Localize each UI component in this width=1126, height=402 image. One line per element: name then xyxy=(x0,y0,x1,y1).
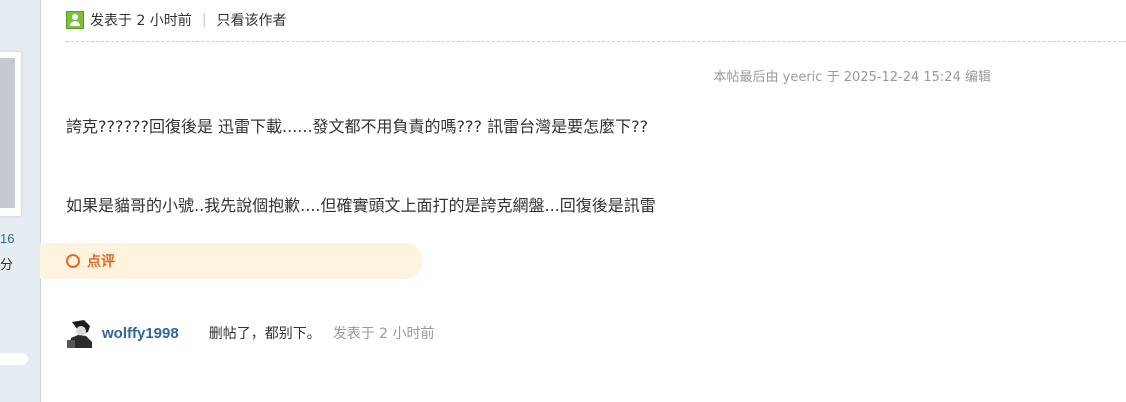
header-separator: | xyxy=(201,12,207,28)
author-avatar-image xyxy=(0,58,15,208)
post-content-line-1: 誇克??????回復後是 迅雷下載......發文都不用負責的嗎??? 訊雷台灣… xyxy=(66,117,649,136)
post-content-line-2: 如果是貓哥的小號..我先說個抱歉....但確實頭文上面打的是誇克網盤...回復後… xyxy=(66,196,656,215)
author-sidebar: 16 分 xyxy=(0,0,41,402)
comment-item: wolffy1998 删帖了，都别下。 发表于 2 小时前 xyxy=(66,317,435,349)
author-stat-number[interactable]: 16 xyxy=(0,231,14,246)
comment-label: 点评 xyxy=(87,254,115,270)
author-stat-label: 分 xyxy=(0,258,14,273)
post-header: 发表于 2 小时前 | 只看该作者 xyxy=(66,9,287,31)
author-avatar[interactable] xyxy=(0,52,21,216)
online-user-icon xyxy=(66,11,84,29)
comment-section-header: 点评 xyxy=(40,243,423,279)
comment-text: 删帖了，都别下。 xyxy=(208,326,321,342)
sidebar-bar xyxy=(0,353,28,365)
comment-circle-icon xyxy=(66,254,80,268)
header-divider xyxy=(66,41,1126,42)
view-author-only-link[interactable]: 只看该作者 xyxy=(217,10,287,30)
edit-note: 本帖最后由 yeeric 于 2025-12-24 15:24 编辑 xyxy=(713,70,991,85)
commenter-name[interactable]: wolffy1998 xyxy=(102,325,179,342)
commenter-avatar[interactable] xyxy=(66,318,94,348)
posted-time: 发表于 2 小时前 xyxy=(90,13,192,29)
forum-post-page: 16 分 发表于 2 小时前 | 只看该作者 本帖最后由 yeeric 于 20… xyxy=(0,0,1126,402)
comment-time: 发表于 2 小时前 xyxy=(332,326,435,342)
commenter-avatar-icon xyxy=(66,318,94,348)
